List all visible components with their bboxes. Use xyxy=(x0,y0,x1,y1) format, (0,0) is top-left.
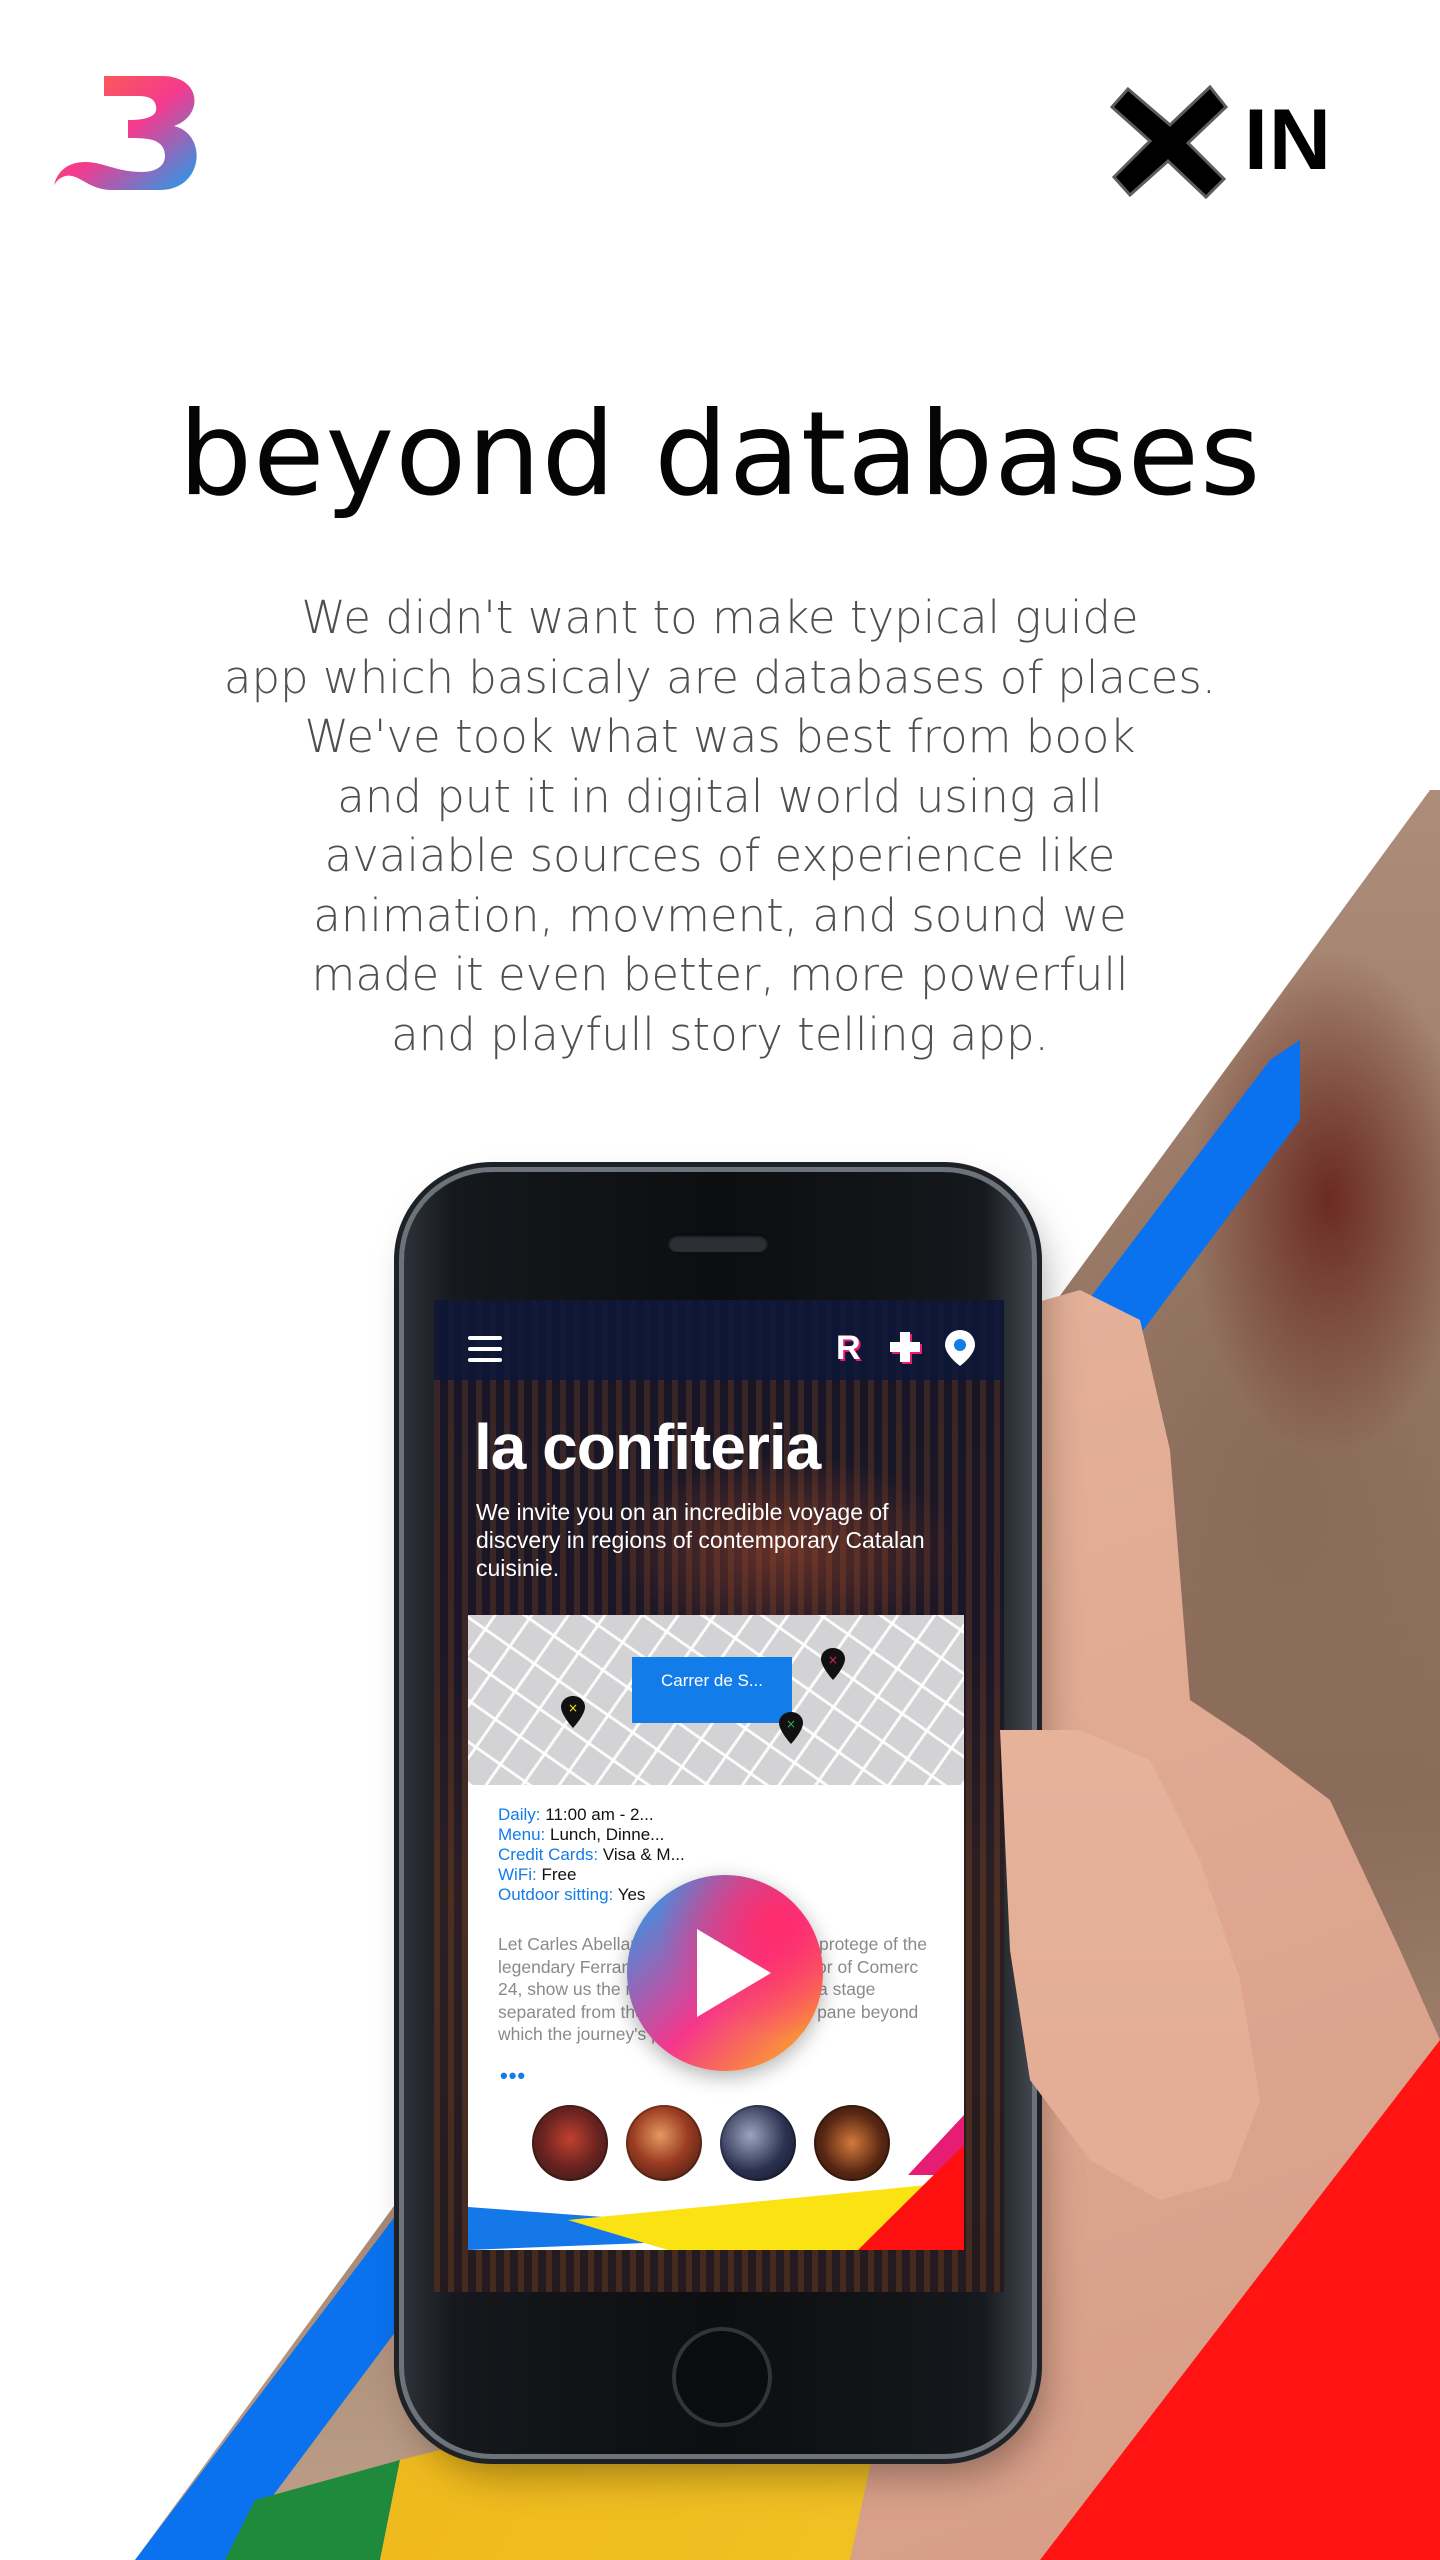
map-street-label[interactable]: Carrer de S... xyxy=(632,1657,792,1723)
svg-text:×: × xyxy=(786,1717,796,1731)
read-more-button[interactable]: ••• xyxy=(500,2063,526,2089)
venue-intro: We invite you on an incredible voyage of… xyxy=(476,1499,925,1581)
map-pin-icon[interactable]: × xyxy=(820,1647,846,1681)
b-wave-logo-icon xyxy=(54,76,197,190)
hamburger-menu-icon[interactable] xyxy=(468,1336,502,1362)
partner-logo: IN xyxy=(1110,78,1350,203)
svg-text:×: × xyxy=(828,1653,838,1667)
map-pin-icon[interactable]: × xyxy=(560,1695,586,1729)
phone-mockup: R R la confiteria We invite you on an in… xyxy=(404,1172,1032,2454)
play-icon xyxy=(697,1929,771,2017)
play-button[interactable] xyxy=(627,1875,823,2071)
gallery-thumbnail[interactable] xyxy=(626,2105,702,2181)
app-screen: R R la confiteria We invite you on an in… xyxy=(434,1300,1004,2292)
detail-row: Menu: Lunch, Dinne... xyxy=(498,1825,665,1844)
svg-text:×: × xyxy=(568,1701,578,1715)
x-mark-icon xyxy=(1110,84,1229,199)
plus-icon[interactable] xyxy=(886,1328,922,1368)
hero-description: We didn't want to make typical guide app… xyxy=(223,591,1217,1061)
r-badge-icon[interactable]: R R xyxy=(834,1328,870,1368)
gallery-thumbnail[interactable] xyxy=(532,2105,608,2181)
brand-logo xyxy=(52,70,212,200)
detail-row: Credit Cards: Visa & M... xyxy=(498,1845,685,1864)
venue-map[interactable]: Carrer de S... × × × xyxy=(468,1615,964,1785)
location-pin-icon[interactable] xyxy=(942,1328,978,1368)
venue-title: la confiteria xyxy=(474,1411,821,1483)
partner-logo-text: IN xyxy=(1244,92,1332,188)
phone-home-button[interactable] xyxy=(672,2327,772,2427)
app-toolbar: R R xyxy=(434,1300,1004,1380)
phone-speaker xyxy=(668,1234,768,1252)
detail-row: Daily: 11:00 am - 2... xyxy=(498,1805,654,1824)
gallery-thumbnail[interactable] xyxy=(720,2105,796,2181)
gallery-thumbnail[interactable] xyxy=(814,2105,890,2181)
page-title: beyond databases xyxy=(178,387,1262,522)
svg-text:R: R xyxy=(836,1329,861,1367)
photo-gallery xyxy=(532,2105,912,2185)
map-pin-icon[interactable]: × xyxy=(778,1711,804,1745)
